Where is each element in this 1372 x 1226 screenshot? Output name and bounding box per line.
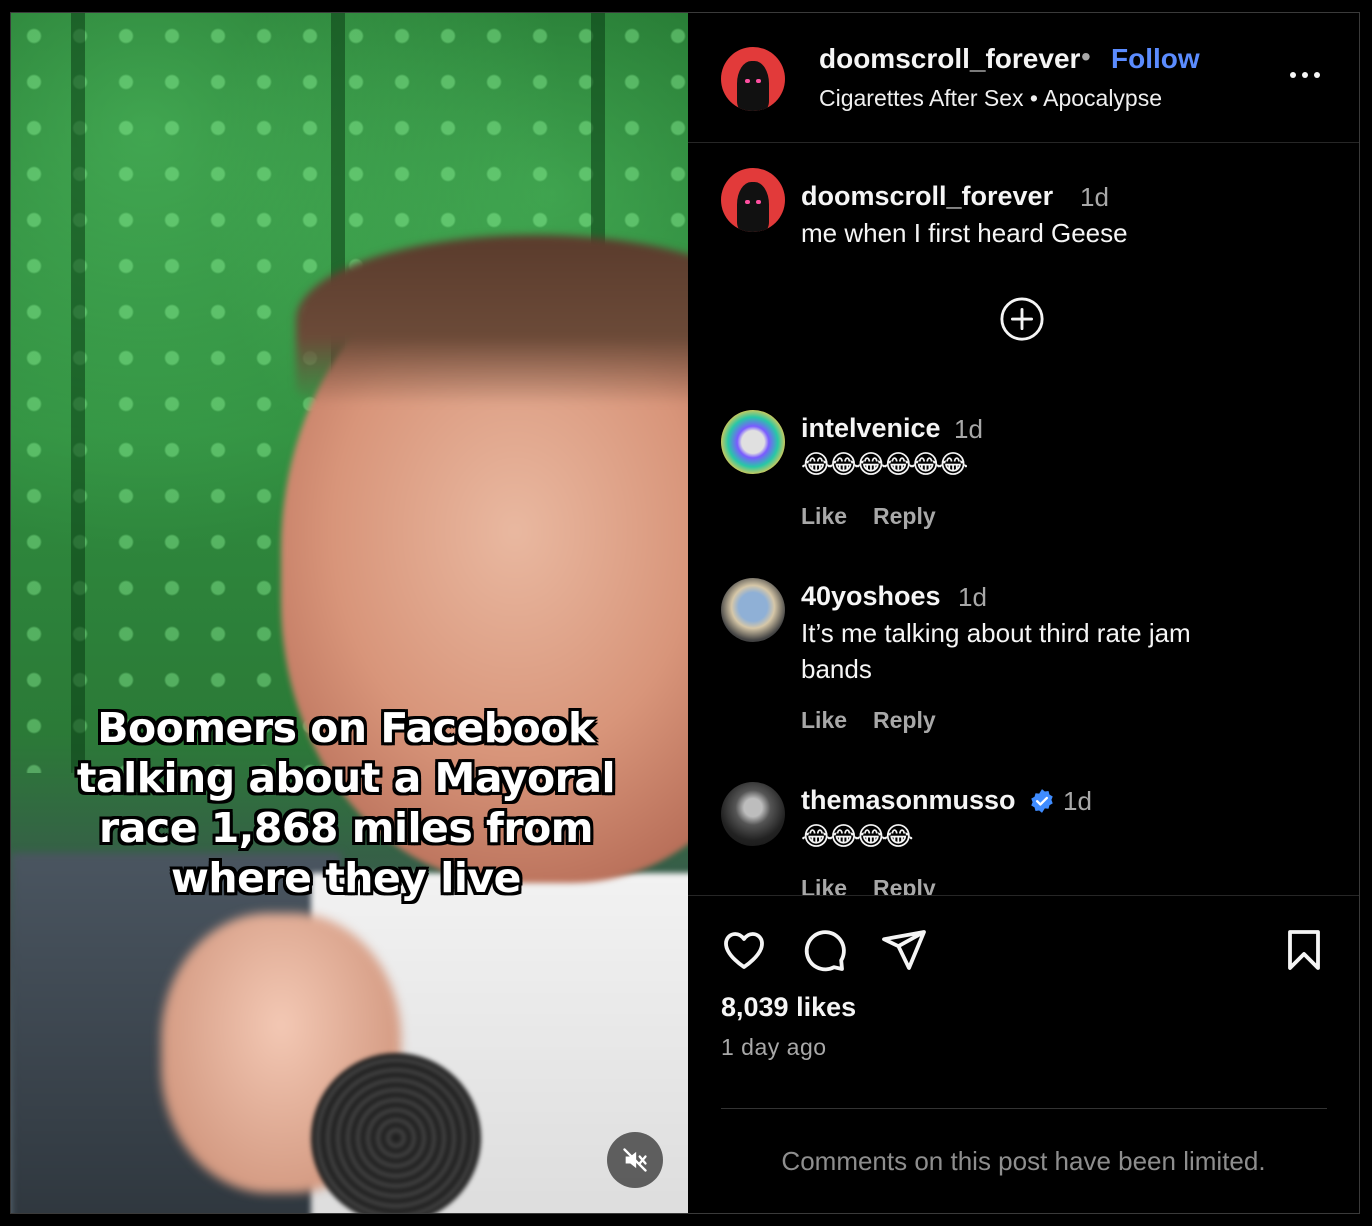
reply-comment-button[interactable]: Reply	[873, 707, 936, 734]
caption-time[interactable]: 1d	[1080, 182, 1109, 213]
like-count[interactable]: 8,039 likes	[721, 992, 856, 1023]
heart-icon[interactable]	[720, 926, 768, 974]
comment-time[interactable]: 1d	[1063, 786, 1092, 817]
comment-avatar[interactable]	[721, 782, 785, 846]
caption-author-avatar[interactable]	[721, 168, 785, 232]
comment-time[interactable]: 1d	[958, 582, 987, 613]
caption-text: me when I first heard Geese	[801, 218, 1128, 248]
caption-username[interactable]: doomscroll_forever	[801, 181, 1053, 212]
comments-list[interactable]: doomscroll_forever 1d me when I first he…	[688, 143, 1359, 895]
more-horizontal-icon	[1290, 72, 1296, 78]
post-timestamp[interactable]: 1 day ago	[721, 1034, 827, 1061]
post-header: doomscroll_forever • Follow Cigarettes A…	[688, 13, 1359, 143]
comment-time[interactable]: 1d	[954, 414, 983, 445]
comment-text: It’s me talking about third rate jam ban…	[801, 618, 1191, 684]
post-actions: 8,039 likes 1 day ago Comments on this p…	[688, 895, 1359, 1213]
plus-circle-icon[interactable]	[999, 296, 1045, 342]
like-comment-button[interactable]: Like	[801, 707, 847, 734]
comment-avatar[interactable]	[721, 410, 785, 474]
verified-badge-icon	[1031, 789, 1053, 813]
video-player[interactable]: Boomers on Facebook talking about a Mayo…	[11, 13, 688, 1213]
mute-button[interactable]	[607, 1132, 663, 1188]
share-send-icon[interactable]	[880, 926, 928, 974]
reply-comment-button[interactable]: Reply	[873, 875, 936, 895]
header-separator: •	[1081, 41, 1091, 72]
post-modal: Boomers on Facebook talking about a Mayo…	[10, 12, 1360, 1214]
video-microphone	[311, 1053, 481, 1213]
audio-track-link[interactable]: Cigarettes After Sex • Apocalypse	[819, 85, 1162, 112]
more-options-button[interactable]	[1285, 63, 1325, 87]
comment-avatar[interactable]	[721, 578, 785, 642]
comment-username[interactable]: themasonmusso	[801, 785, 1016, 816]
comment-text: 😂😂😂😂	[801, 822, 914, 852]
reply-comment-button[interactable]: Reply	[873, 503, 936, 530]
divider	[721, 1108, 1327, 1109]
like-comment-button[interactable]: Like	[801, 875, 847, 895]
like-comment-button[interactable]: Like	[801, 503, 847, 530]
video-caption-overlay: Boomers on Facebook talking about a Mayo…	[76, 704, 616, 902]
comments-limited-notice: Comments on this post have been limited.	[781, 1146, 1266, 1176]
bookmark-icon[interactable]	[1280, 926, 1328, 974]
speaker-muted-icon	[623, 1148, 647, 1172]
comment-username[interactable]: intelvenice	[801, 413, 941, 444]
comment-text: 😂😂😂😂😂😂	[801, 450, 968, 480]
author-avatar[interactable]	[721, 47, 785, 111]
author-username[interactable]: doomscroll_forever	[819, 43, 1080, 75]
post-sidebar: doomscroll_forever • Follow Cigarettes A…	[688, 13, 1359, 1213]
comment-bubble-icon[interactable]	[800, 926, 848, 974]
follow-button[interactable]: Follow	[1111, 43, 1200, 75]
comment-username[interactable]: 40yoshoes	[801, 581, 941, 612]
